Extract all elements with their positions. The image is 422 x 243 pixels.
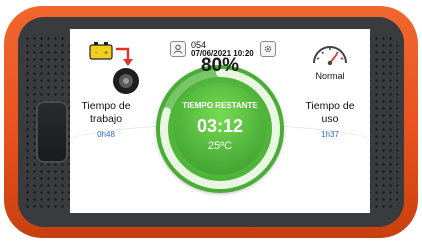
user-icon bbox=[173, 44, 183, 54]
battery-percent: 80% bbox=[200, 55, 240, 76]
remaining-time-value: 03:12 bbox=[196, 116, 244, 136]
gear-icon bbox=[264, 45, 272, 53]
remaining-time-label: TIEMPO RESTANTE bbox=[182, 101, 258, 110]
side-button[interactable] bbox=[36, 101, 68, 163]
temperature-value: 25ºC bbox=[207, 140, 233, 152]
display-screen: - + Tiempo de trabajo 0h48 054 07/06/202… bbox=[70, 29, 370, 213]
